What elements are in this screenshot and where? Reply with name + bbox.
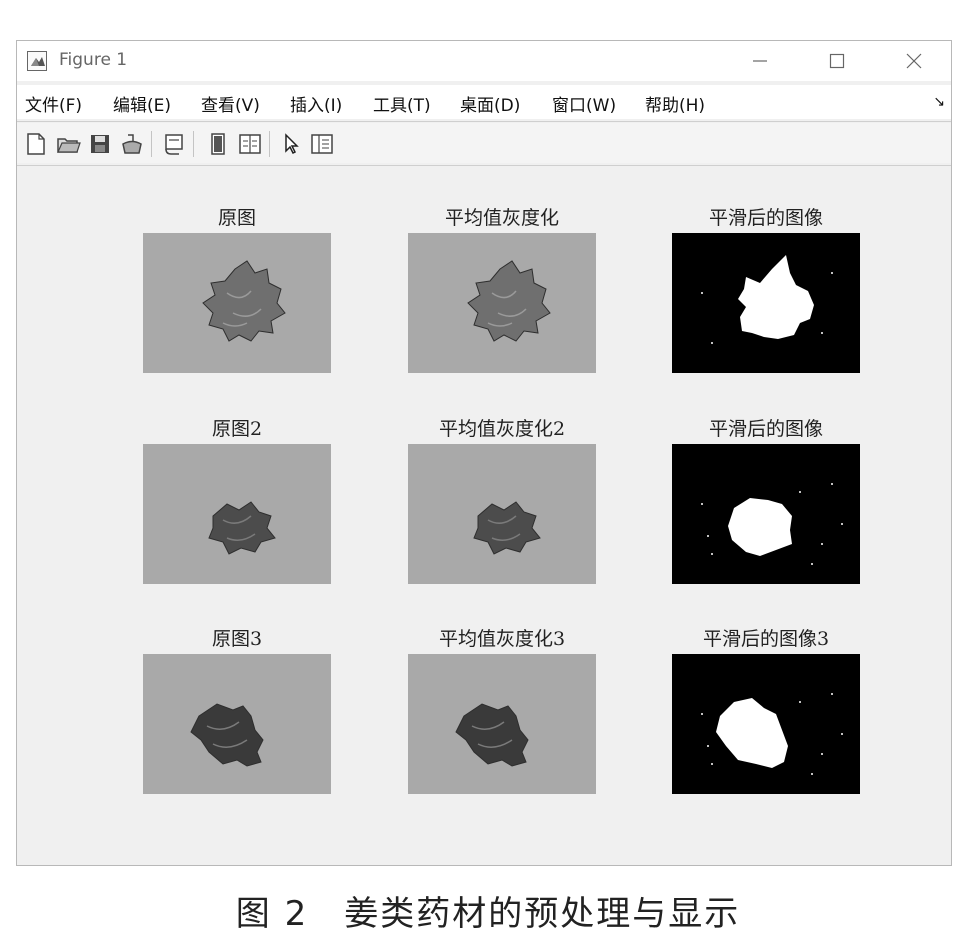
original-image (143, 233, 331, 373)
subplot-panel: 原图2 (143, 414, 331, 586)
property-editor-icon[interactable] (309, 131, 335, 157)
toolbar-separator (151, 131, 152, 157)
minimize-icon (753, 60, 767, 62)
menu-file[interactable]: 文件(F) (25, 91, 82, 116)
subplot-title: 原图3 (211, 628, 263, 650)
subplot-title: 原图2 (211, 418, 263, 440)
menu-insert[interactable]: 插入(I) (290, 91, 342, 116)
menu-view[interactable]: 查看(V) (201, 91, 260, 116)
subplot-title: 原图 (217, 207, 256, 229)
subplot-title: 平均值灰度化2 (438, 418, 566, 440)
close-icon (906, 53, 922, 69)
binary-image (672, 233, 860, 373)
grayscale-image (408, 654, 596, 794)
subplot-title: 平滑后的图像 (708, 418, 823, 440)
matlab-logo-icon (27, 51, 47, 71)
menu-edit[interactable]: 编辑(E) (113, 91, 171, 116)
subplot-title: 平均值灰度化 (444, 207, 559, 229)
menu-overflow-arrow-icon[interactable]: ↘ (933, 94, 945, 110)
original-image (143, 444, 331, 584)
hide-plot-tools-icon[interactable] (205, 131, 231, 157)
binary-image (672, 444, 860, 584)
menu-bar: 文件(F) 编辑(E) 查看(V) 插入(I) 工具(T) 桌面(D) 窗口(W… (17, 85, 951, 119)
subplot-title: 平滑后的图像 (708, 207, 823, 229)
title-bar: Figure 1 (17, 41, 951, 81)
save-icon[interactable] (87, 131, 113, 157)
original-image (143, 654, 331, 794)
subplot-title: 平均值灰度化3 (438, 628, 566, 650)
show-plot-tools-icon[interactable] (237, 131, 263, 157)
new-figure-icon[interactable] (23, 131, 49, 157)
menu-tools[interactable]: 工具(T) (373, 91, 431, 116)
open-file-icon[interactable] (55, 131, 81, 157)
figure-window: Figure 1 文件(F) 编辑(E) 查看(V) 插入(I) 工具(T) 桌… (16, 40, 952, 866)
link-plot-icon[interactable] (161, 131, 187, 157)
minimize-button[interactable] (731, 41, 789, 81)
subplot-panel: 平滑后的图像 (672, 414, 860, 586)
menu-window[interactable]: 窗口(W) (552, 91, 616, 116)
edit-plot-pointer-icon[interactable] (279, 131, 305, 157)
maximize-button[interactable] (808, 41, 866, 81)
subplot-panel: 平均值灰度化3 (408, 624, 596, 796)
window-title: Figure 1 (59, 50, 128, 70)
toolbar (17, 123, 951, 163)
binary-image (672, 654, 860, 794)
subplot-panel: 原图3 (143, 624, 331, 796)
subplot-panel: 平均值灰度化 (408, 203, 596, 375)
subplot-title: 平滑后的图像3 (702, 628, 830, 650)
maximize-icon (829, 53, 845, 69)
toolbar-separator (269, 131, 270, 157)
grayscale-image (408, 233, 596, 373)
toolbar-divider (17, 165, 951, 166)
subplot-panel: 平滑后的图像3 (672, 624, 860, 796)
menu-help[interactable]: 帮助(H) (645, 91, 705, 116)
subplot-panel: 原图 (143, 203, 331, 375)
menu-divider (17, 121, 951, 122)
subplot-panel: 平均值灰度化2 (408, 414, 596, 586)
close-button[interactable] (885, 41, 943, 81)
toolbar-separator (193, 131, 194, 157)
menu-desktop[interactable]: 桌面(D) (460, 91, 520, 116)
figure-caption: 图 2 姜类药材的预处理与显示 (235, 894, 741, 934)
subplot-panel: 平滑后的图像 (672, 203, 860, 375)
grayscale-image (408, 444, 596, 584)
print-icon[interactable] (119, 131, 145, 157)
